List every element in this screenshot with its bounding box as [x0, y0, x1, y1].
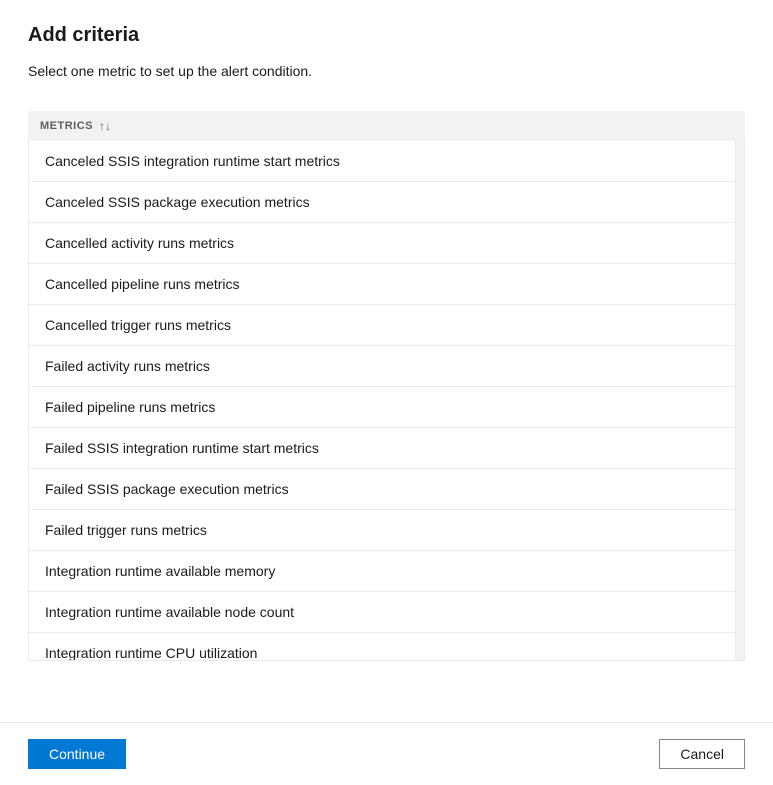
- metric-item[interactable]: Cancelled activity runs metrics: [29, 223, 744, 264]
- metric-item[interactable]: Failed pipeline runs metrics: [29, 387, 744, 428]
- metrics-list[interactable]: Canceled SSIS integration runtime start …: [28, 141, 745, 661]
- metric-item[interactable]: Failed SSIS package execution metrics: [29, 469, 744, 510]
- add-criteria-dialog: Add criteria Select one metric to set up…: [0, 0, 773, 785]
- metric-item[interactable]: Integration runtime CPU utilization: [29, 633, 744, 661]
- metrics-column-label: METRICS: [40, 120, 93, 132]
- metric-item[interactable]: Failed activity runs metrics: [29, 346, 744, 387]
- dialog-title: Add criteria: [28, 24, 745, 47]
- metric-item[interactable]: Canceled SSIS package execution metrics: [29, 182, 744, 223]
- dialog-subtitle: Select one metric to set up the alert co…: [28, 63, 745, 79]
- metric-item[interactable]: Integration runtime available node count: [29, 592, 744, 633]
- cancel-button[interactable]: Cancel: [659, 739, 745, 769]
- continue-button[interactable]: Continue: [28, 739, 126, 769]
- metrics-table-header: METRICS ↑↓: [28, 111, 745, 141]
- dialog-header: Add criteria Select one metric to set up…: [0, 0, 773, 111]
- sort-icon[interactable]: ↑↓: [99, 119, 111, 133]
- dialog-footer: Continue Cancel: [0, 722, 773, 785]
- metric-item[interactable]: Failed SSIS integration runtime start me…: [29, 428, 744, 469]
- metric-item[interactable]: Cancelled pipeline runs metrics: [29, 264, 744, 305]
- metric-item[interactable]: Failed trigger runs metrics: [29, 510, 744, 551]
- metric-item[interactable]: Canceled SSIS integration runtime start …: [29, 141, 744, 182]
- metrics-section: METRICS ↑↓ Canceled SSIS integration run…: [0, 111, 773, 722]
- metric-item[interactable]: Integration runtime available memory: [29, 551, 744, 592]
- metric-item[interactable]: Cancelled trigger runs metrics: [29, 305, 744, 346]
